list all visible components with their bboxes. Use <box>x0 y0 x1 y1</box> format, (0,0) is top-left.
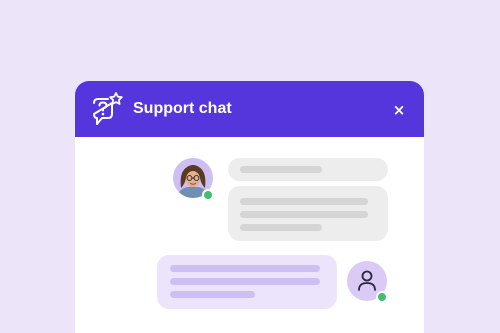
agent-message-bubble <box>228 158 388 181</box>
chat-window: Support chat × <box>75 81 424 333</box>
chat-header: Support chat × <box>75 81 424 137</box>
message-line-placeholder <box>170 278 320 285</box>
message-line-placeholder <box>240 166 322 173</box>
agent-message-bubble <box>228 186 388 241</box>
message-line-placeholder <box>240 211 368 218</box>
chat-title: Support chat <box>133 100 232 117</box>
message-line-placeholder <box>240 198 368 205</box>
message-line-placeholder <box>170 265 320 272</box>
agent-online-indicator <box>202 189 214 201</box>
person-icon <box>358 270 376 291</box>
close-button[interactable]: × <box>389 100 409 120</box>
message-line-placeholder <box>240 224 322 231</box>
user-message-bubble <box>157 255 337 309</box>
chat-question-sparkle-icon <box>90 91 124 127</box>
user-online-indicator <box>376 291 388 303</box>
message-line-placeholder <box>170 291 255 298</box>
